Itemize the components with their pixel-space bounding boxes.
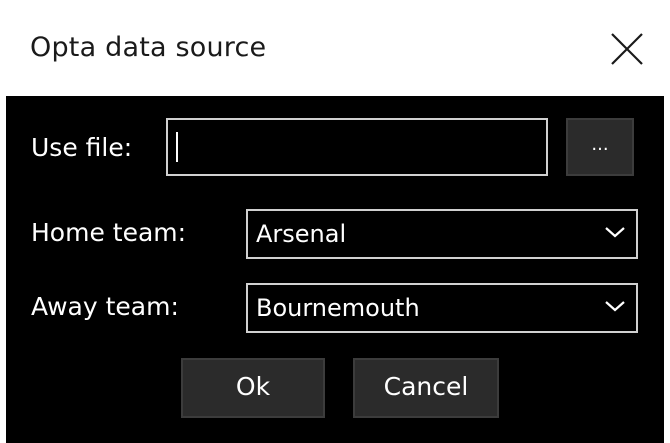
home-team-select[interactable]: Arsenal (246, 209, 638, 259)
close-icon (611, 33, 643, 65)
home-team-value: Arsenal (256, 220, 347, 248)
away-team-value: Bournemouth (256, 294, 420, 322)
close-button[interactable] (606, 28, 648, 70)
chevron-down-icon (605, 301, 625, 312)
use-file-label: Use file: (31, 133, 133, 162)
title-bar: Opta data source (0, 0, 670, 96)
away-team-label: Away team: (31, 292, 179, 321)
away-team-select[interactable]: Bournemouth (246, 283, 638, 333)
home-team-label: Home team: (31, 218, 187, 247)
dialog-body: Use file: ... Home team: Arsenal Away te… (6, 96, 664, 443)
text-caret (176, 132, 178, 162)
window-title: Opta data source (30, 32, 267, 63)
browse-button[interactable]: ... (566, 118, 634, 176)
opta-data-source-dialog: Opta data source Use file: ... Home team… (0, 0, 670, 443)
file-path-input[interactable] (166, 118, 548, 176)
chevron-down-icon (605, 227, 625, 238)
cancel-button[interactable]: Cancel (353, 358, 499, 418)
ok-button[interactable]: Ok (181, 358, 325, 418)
